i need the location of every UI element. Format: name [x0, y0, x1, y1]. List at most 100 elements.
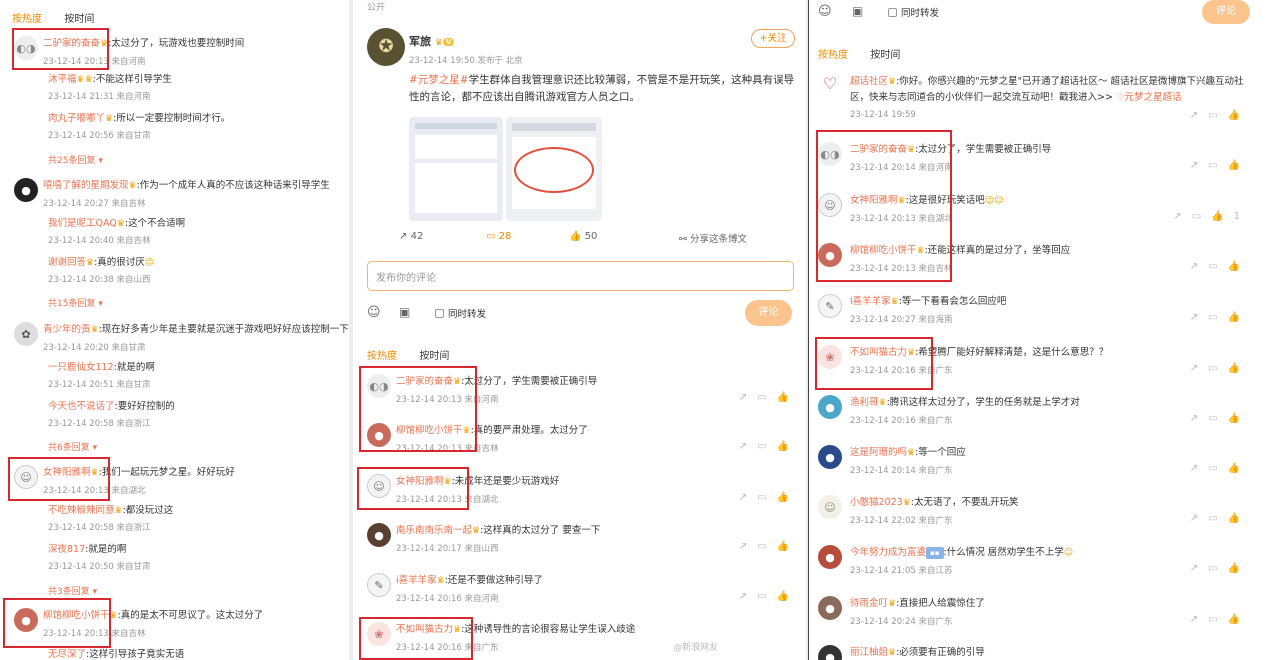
reply-meta: 23-12-14 20:58 来自浙江	[48, 419, 151, 429]
submit-comment-button[interactable]: 评论	[745, 300, 792, 326]
emoji-icon[interactable]: ☺	[818, 4, 832, 19]
commenter-name[interactable]: i喜羊羊家	[396, 575, 437, 586]
repost-checkbox[interactable]: 同时转发	[888, 5, 939, 19]
avatar[interactable]: ●	[818, 545, 842, 569]
comment-item: ☺ 小憨猫2023♛:太无语了，不要乱开玩笑 23-12-14 22:02 来自…	[818, 495, 1258, 535]
like-action[interactable]: 👍 50	[569, 231, 597, 242]
comment-text: :这样真的太过分了 要查一下	[480, 525, 601, 536]
avatar[interactable]: ●	[14, 178, 38, 202]
crown-icon: ♛	[434, 38, 443, 48]
reply-name[interactable]: 今天也不说话了	[48, 401, 115, 412]
comment-actions[interactable]: ↗▭👍	[739, 392, 799, 403]
comment-meta: 23-12-14 21:05 来自江苏	[850, 566, 953, 576]
more-replies-link[interactable]: 共6条回复 ▾	[48, 440, 97, 453]
commenter-name[interactable]: 青少年的责	[43, 324, 91, 335]
comment-actions[interactable]: ↗▭👍	[1190, 413, 1250, 424]
post-image[interactable]	[506, 117, 602, 221]
commenter-name[interactable]: 小憨猫2023	[850, 497, 903, 508]
comment-text: :希望腾厂能好好解释清楚，这是什么意思？？	[915, 347, 1109, 358]
commenter-name[interactable]: 南乐南南乐南一起	[396, 525, 472, 536]
avatar[interactable]: ✎	[818, 294, 842, 318]
reply-name[interactable]: 不吃辣椒辣同意	[48, 505, 115, 516]
comment-actions[interactable]: ↗▭👍	[1190, 513, 1250, 524]
author-avatar[interactable]: ✪	[367, 28, 405, 66]
avatar[interactable]: ✿	[14, 322, 38, 346]
sort-time-tab[interactable]: 按时间	[64, 14, 94, 25]
more-replies-link[interactable]: 共25条回复 ▾	[48, 153, 103, 166]
commenter-name[interactable]: 超话社区	[850, 76, 888, 87]
comment-actions[interactable]: ↗▭👍	[739, 591, 799, 602]
repost-action[interactable]: ↗ 42	[399, 231, 423, 242]
commenter-name[interactable]: 今年努力成为富婆	[850, 547, 926, 558]
reply-meta: 23-12-14 21:31 来自河南	[48, 92, 151, 102]
reply-name[interactable]: 沐平福	[48, 74, 77, 85]
comment-actions[interactable]: ↗▭👍	[1190, 261, 1250, 272]
comment-actions[interactable]: ↗▭👍	[1190, 363, 1250, 374]
reply-name[interactable]: 肉丸子嘟嘟丫	[48, 113, 105, 124]
avatar[interactable]: ☺	[818, 495, 842, 519]
sort-time-tab[interactable]: 按时间	[419, 351, 449, 362]
avatar[interactable]: ●	[818, 445, 842, 469]
reply-text: :真的很讨厌	[94, 257, 145, 268]
comment-actions[interactable]: ↗▭👍	[1190, 160, 1250, 171]
author-name[interactable]: 军旅	[409, 35, 431, 48]
comment-actions[interactable]: ↗▭👍	[739, 541, 799, 552]
super-topic-icon[interactable]: ♡	[818, 72, 842, 96]
comment-input[interactable]: 发布你的评论	[367, 261, 794, 291]
avatar[interactable]: ✎	[367, 573, 391, 597]
share-icon: ⚯	[679, 234, 687, 245]
reply-name[interactable]: 深夜817	[48, 544, 85, 555]
like-icon: 👍	[776, 541, 799, 552]
comment-actions[interactable]: ↗▭👍	[1190, 563, 1250, 574]
avatar[interactable]: ●	[818, 645, 842, 660]
sort-hot-tab[interactable]: 按热度	[12, 14, 42, 25]
image-icon[interactable]: ▣	[399, 305, 410, 319]
super-topic-link[interactable]: ♡元梦之星超话	[1116, 92, 1182, 103]
emoji-icon: ☺☺	[984, 196, 1004, 206]
comment-actions[interactable]: ↗▭👍	[1190, 463, 1250, 474]
submit-comment-button[interactable]: 评论	[1202, 0, 1250, 24]
topic-tag[interactable]: #元梦之星#	[409, 74, 469, 86]
reply-meta: 23-12-14 20:58 来自浙江	[48, 523, 151, 533]
share-action[interactable]: ⚯ 分享这条博文	[679, 231, 747, 245]
comment-actions[interactable]: ↗▭👍1	[1173, 211, 1250, 222]
reply-name[interactable]: 一只鹿仙女112	[48, 362, 114, 373]
reply-name[interactable]: 我们是呢工QAQ	[48, 218, 117, 229]
follow-button[interactable]: +关注	[751, 29, 795, 48]
comment-actions[interactable]: ↗▭👍	[739, 492, 799, 503]
repost-checkbox[interactable]: 同时转发	[435, 306, 486, 320]
commenter-name[interactable]: 待雨金叮	[850, 598, 888, 609]
commenter-name[interactable]: i喜羊羊家	[850, 296, 891, 307]
comment-text: :真的是太不可思议了。这太过分了	[117, 610, 264, 621]
post-image[interactable]	[409, 117, 503, 221]
avatar[interactable]: ●	[367, 523, 391, 547]
sort-time-tab[interactable]: 按时间	[870, 50, 900, 61]
comment-actions[interactable]: ↗▭👍	[1190, 614, 1250, 625]
commenter-name[interactable]: 渔利哥	[850, 397, 879, 408]
comment-text: :必须要有正确的引导	[896, 647, 985, 658]
avatar[interactable]: ●	[818, 395, 842, 419]
reply-name[interactable]: 谢谢回答	[48, 257, 86, 268]
sort-hot-tab[interactable]: 按热度	[367, 351, 397, 362]
crown-icon: ♛	[888, 599, 897, 609]
comment-item: ● 嘻嘻了解的星期发现♛:作为一个成年人真的不应该这种话来引导学生 23-12-…	[14, 178, 344, 218]
commenter-name[interactable]: 丽江柚姐	[850, 647, 888, 658]
more-replies-link[interactable]: 共3条回复 ▾	[48, 584, 97, 597]
comment-action[interactable]: ▭ 28	[486, 231, 511, 242]
emoji-icon[interactable]: ☺	[367, 305, 381, 320]
chevron-down-icon: ▾	[98, 299, 103, 309]
sort-hot-tab[interactable]: 按热度	[818, 50, 848, 61]
reply-name[interactable]: 无尽深了	[48, 649, 86, 660]
commenter-name[interactable]: 这是阿珊的吗	[850, 447, 907, 458]
more-replies-link[interactable]: 共15条回复 ▾	[48, 296, 103, 309]
comment-item: ● 南乐南南乐南一起♛:这样真的太过分了 要查一下 23-12-14 20:17…	[367, 523, 807, 563]
image-icon[interactable]: ▣	[852, 4, 863, 18]
comment-actions[interactable]: ↗▭👍	[739, 441, 799, 452]
watermark: @新浪网友	[673, 643, 719, 653]
like-icon: 👍	[776, 591, 799, 602]
commenter-name[interactable]: 嘻嘻了解的星期发现	[43, 180, 129, 191]
reply-text: :不能这样引导学生	[92, 74, 172, 85]
comment-actions[interactable]: ↗▭👍	[1190, 110, 1250, 121]
comment-actions[interactable]: ↗▭👍	[1190, 312, 1250, 323]
avatar[interactable]: ●	[818, 596, 842, 620]
